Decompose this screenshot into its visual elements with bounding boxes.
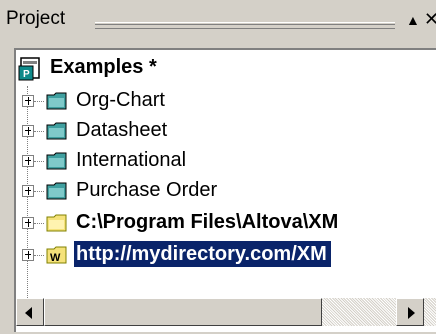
folder-teal-icon — [46, 92, 67, 110]
tree-item[interactable]: Org-Chart — [16, 86, 436, 116]
tree-item[interactable]: Purchase Order — [16, 176, 436, 206]
tree-item-label: Org-Chart — [76, 89, 165, 111]
tree-root-label: Examples * — [50, 56, 157, 78]
svg-text:P: P — [23, 69, 30, 80]
tree-branch-line — [34, 255, 44, 256]
expand-icon[interactable] — [22, 185, 34, 197]
expand-icon[interactable] — [22, 95, 34, 107]
close-icon[interactable]: ✕ — [424, 9, 436, 30]
project-tree[interactable]: P Examples * Org-Chart Datasheet Interna… — [14, 48, 436, 332]
tree-branch-line — [34, 191, 44, 192]
tree-item[interactable]: Datasheet — [16, 116, 436, 146]
project-panel: Project ▲ ✕ P Examples * Org-Chart Datas… — [0, 0, 436, 334]
tree-item-label: http://mydirectory.com/XM — [74, 241, 331, 267]
tree-item-selected[interactable]: W http://mydirectory.com/XM — [16, 240, 436, 270]
panel-title-bar[interactable]: Project ▲ ✕ — [0, 0, 436, 46]
webdav-folder-icon: W — [46, 246, 67, 264]
tree-item-label: International — [76, 149, 187, 171]
scroll-left-button[interactable] — [16, 298, 44, 326]
panel-title: Project — [6, 8, 66, 29]
expand-icon[interactable] — [22, 249, 34, 261]
tree-branch-line — [34, 131, 44, 132]
title-grip — [95, 22, 395, 29]
tree-item-label: Datasheet — [76, 119, 168, 141]
folder-teal-icon — [46, 182, 67, 200]
tree-item-label: C:\Program Files\Altova\XM — [76, 211, 339, 233]
tree-item-label: Purchase Order — [76, 179, 218, 201]
expand-icon[interactable] — [22, 217, 34, 229]
project-icon: P — [18, 57, 40, 81]
folder-teal-icon — [46, 122, 67, 140]
tree-item[interactable]: International — [16, 146, 436, 176]
svg-text:W: W — [50, 252, 61, 264]
tree-branch-line — [34, 161, 44, 162]
expand-icon[interactable] — [22, 155, 34, 167]
tree-branch-line — [34, 223, 44, 224]
arrow-left-icon — [25, 307, 32, 319]
tree-item[interactable]: C:\Program Files\Altova\XM — [16, 208, 436, 238]
folder-yellow-icon — [46, 214, 67, 232]
tree-root[interactable]: P Examples * — [16, 54, 436, 84]
folder-teal-icon — [46, 152, 67, 170]
tree-branch-line — [34, 101, 44, 102]
arrow-right-icon — [408, 307, 415, 319]
scroll-right-button[interactable] — [396, 298, 424, 326]
collapse-icon[interactable]: ▲ — [406, 12, 420, 28]
scrollbar-thumb[interactable] — [44, 298, 322, 326]
expand-icon[interactable] — [22, 125, 34, 137]
horizontal-scrollbar[interactable] — [16, 298, 436, 326]
